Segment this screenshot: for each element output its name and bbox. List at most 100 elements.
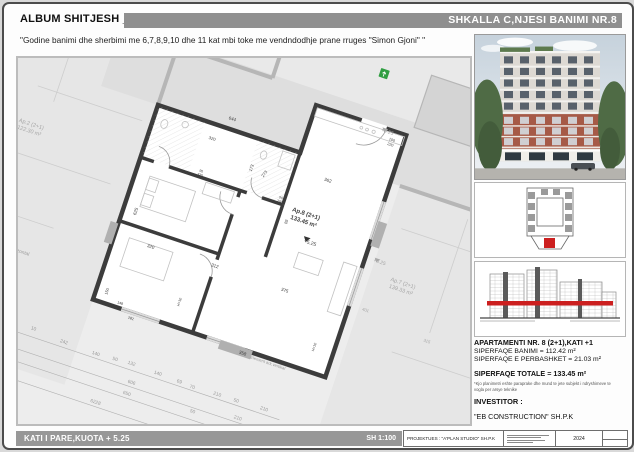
- floor-level-label: KATI I PARE,KUOTA + 5.25: [24, 434, 130, 443]
- year-box: 2024: [556, 430, 603, 447]
- area-living: SIPERFAQE BANIMI = 112.42 m²: [474, 348, 626, 355]
- revision-box: [603, 430, 628, 447]
- signature-line: [507, 440, 545, 441]
- facade-part: [504, 68, 513, 75]
- facade-part: [552, 68, 561, 75]
- facade-part: [536, 117, 545, 124]
- facade-part: [500, 66, 600, 68]
- facade-part: [536, 68, 545, 75]
- unit-title: SHKALLA C,NJESI BANIMI NR.8: [448, 14, 617, 26]
- facade-part: [536, 103, 545, 110]
- facade-part: [504, 127, 513, 134]
- facade-part: [536, 91, 545, 98]
- facade-part: [552, 103, 561, 110]
- designer-box: PROJEKTUES : "A'PLAN STUDIO" SH.P.K: [403, 430, 504, 447]
- facade-part: [536, 56, 545, 63]
- facade-part: [504, 117, 513, 124]
- facade-part: [504, 91, 513, 98]
- facade-part: [500, 100, 600, 102]
- car: [571, 163, 595, 169]
- facade-part: [504, 138, 513, 145]
- facade-part: [552, 79, 561, 86]
- cloud: [553, 40, 597, 51]
- facade-part: [536, 79, 545, 86]
- building-description: "Godine banimi dhe sherbimi me 6,7,8,9,1…: [20, 35, 425, 45]
- facade-part: [584, 127, 593, 134]
- facade-part: [552, 127, 561, 134]
- floor-plan-svg: Ap.8 (2+1)133.45 m²+5.256253201732733203…: [17, 57, 471, 425]
- investor-name: "EB CONSTRUCTION" SH.P.K: [474, 412, 626, 421]
- elevation-svg: [475, 262, 625, 336]
- facade-part: [568, 91, 577, 98]
- title-block: PROJEKTUES : "A'PLAN STUDIO" SH.P.K 2024: [403, 430, 628, 447]
- facade-part: [505, 152, 521, 160]
- facade-part: [552, 138, 561, 145]
- signature-box: [504, 430, 556, 447]
- facade-part: [584, 56, 593, 63]
- signature-line: [507, 437, 541, 438]
- facade-part: [553, 152, 569, 160]
- apartment-info: APARTAMENTI NR. 8 (2+1),KATI +1 SIPERFAQ…: [474, 338, 626, 421]
- album-sheet-page: ALBUM SHITJESH ____ SHKALLA C,NJESI BANI…: [2, 2, 634, 450]
- facade-part: [520, 138, 529, 145]
- facade-part: [504, 103, 513, 110]
- facade-part: [500, 47, 530, 51]
- facade-part: [552, 56, 561, 63]
- facade-part: [529, 152, 545, 160]
- facade-part: [568, 68, 577, 75]
- facade-part: [500, 147, 600, 148]
- facade-part: [568, 127, 577, 134]
- facade-part: [584, 68, 593, 75]
- building-photo-svg: [475, 35, 625, 179]
- facade-part: [500, 112, 600, 114]
- facade-part: [504, 79, 513, 86]
- facade-part: [536, 138, 545, 145]
- facade-part: [584, 91, 593, 98]
- facade-part: [504, 56, 513, 63]
- facade-part: [500, 136, 600, 137]
- facade-part: [536, 127, 545, 134]
- disclaimer-note: *Kjo planimetri eshte paraprake dhe mund…: [474, 381, 614, 392]
- facade-part: [520, 79, 529, 86]
- building-facade: [500, 47, 600, 162]
- facade-part: [500, 89, 600, 91]
- header-bar: SHKALLA C,NJESI BANIMI NR.8: [124, 13, 622, 28]
- tree-right-dark: [600, 127, 620, 170]
- facade-part: [568, 79, 577, 86]
- footer-bar: KATI I PARE,KUOTA + 5.25 SH 1:100: [16, 431, 402, 446]
- facade-part: [577, 152, 593, 160]
- apartment-number: APARTAMENTI NR. 8 (2+1),KATI +1: [474, 338, 626, 347]
- key-plan-svg: [475, 183, 625, 257]
- investor-label: INVESTITOR :: [474, 397, 626, 406]
- facade-part: [568, 103, 577, 110]
- facade-part: [500, 77, 600, 79]
- facade-part: [584, 138, 593, 145]
- facade-part: [520, 91, 529, 98]
- area-shared: SIPERFAQE E PERBASHKET = 21.03 m²: [474, 356, 626, 363]
- floor-level-band: [487, 301, 613, 306]
- facade-part: [568, 56, 577, 63]
- facade-part: [500, 125, 600, 126]
- street: [475, 168, 625, 179]
- facade-part: [552, 91, 561, 98]
- building-render-photo: [474, 34, 626, 180]
- facade-part: [568, 138, 577, 145]
- signature-line: [507, 442, 533, 443]
- facade-part: [520, 68, 529, 75]
- facade-part: [584, 103, 593, 110]
- signature-line: [507, 435, 549, 436]
- facade-part: [535, 47, 553, 51]
- facade-part: [520, 103, 529, 110]
- elevation-panel: [474, 261, 626, 337]
- facade-part: [584, 117, 593, 124]
- floor-plan-panel: Ap.8 (2+1)133.45 m²+5.256253201732733203…: [16, 56, 472, 426]
- cloud: [497, 38, 533, 47]
- facade-part: [520, 117, 529, 124]
- facade-part: [584, 79, 593, 86]
- car-wheel: [588, 168, 591, 171]
- highlighted-unit: [544, 238, 555, 248]
- facade-part: [552, 117, 561, 124]
- car-wheel: [574, 168, 577, 171]
- scale-label: SH 1:100: [366, 435, 396, 442]
- facade-part: [520, 127, 529, 134]
